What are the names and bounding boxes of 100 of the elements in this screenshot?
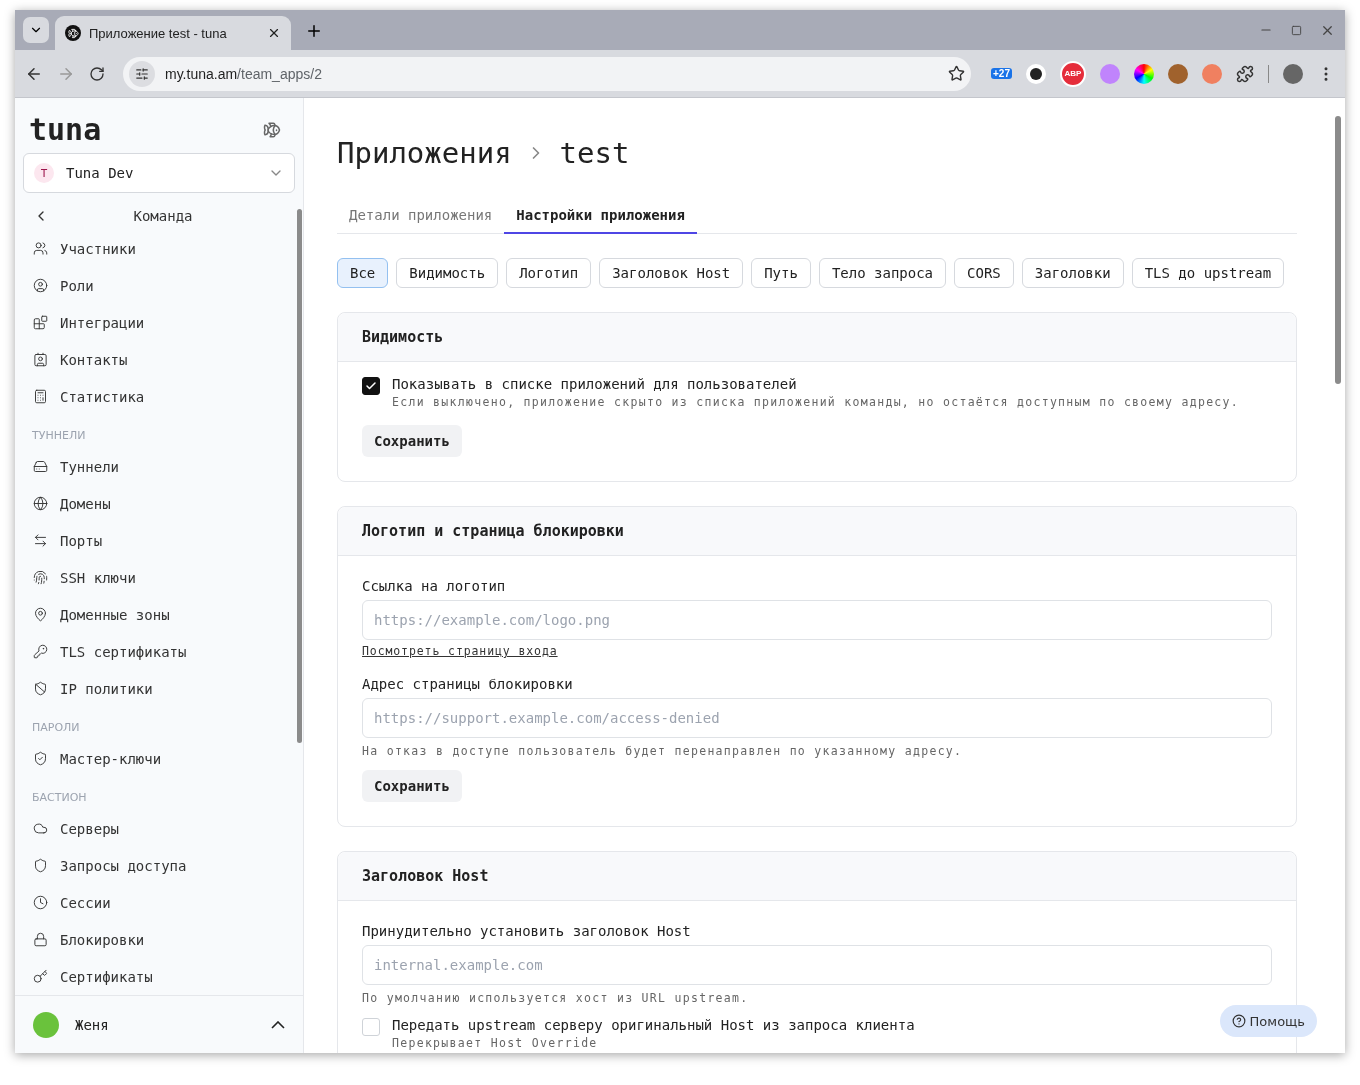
page-title: test <box>559 136 630 170</box>
browser-tab[interactable]: Приложение test - tuna <box>55 16 291 50</box>
bookmark-icon[interactable] <box>948 65 966 82</box>
new-tab-icon[interactable] <box>305 22 323 40</box>
nav-item[interactable]: SSH ключи <box>23 559 287 596</box>
lock-icon <box>33 932 48 947</box>
save-button[interactable]: Сохранить <box>362 425 462 457</box>
cloud-icon <box>33 821 48 836</box>
nav-item[interactable]: Порты <box>23 522 287 559</box>
field-label: Ссылка на логотип <box>362 578 507 594</box>
nav-item[interactable]: Блокировки <box>23 921 287 958</box>
hint-text: По умолчанию используется хост из URL upstream. <box>362 991 750 1005</box>
section-heading: ПАРОЛИ <box>31 720 81 736</box>
hint-text: Если выключено, приложение скрыто из списка приложений команды, но остаётся доступным по своему адресу. <box>392 395 1240 409</box>
cookie-icon[interactable] <box>1168 63 1188 84</box>
nav-item[interactable]: Сертификаты <box>23 958 287 995</box>
section-heading: БАСТИОН <box>31 790 88 806</box>
reload-icon[interactable] <box>89 65 105 82</box>
fish-icon[interactable] <box>263 120 281 139</box>
pin-icon <box>33 607 48 622</box>
nav-item[interactable]: Роли <box>23 267 287 304</box>
extensions-icon[interactable] <box>1236 64 1254 83</box>
section-heading: ТУННЕЛИ <box>31 428 87 444</box>
nav-item[interactable]: IP политики <box>23 670 287 707</box>
filter-chip[interactable]: TLS до upstream <box>1131 258 1285 288</box>
filter-chip[interactable]: Видимость <box>396 258 499 288</box>
filter-chip[interactable]: Логотип <box>506 258 592 288</box>
extension-icon[interactable] <box>1026 63 1046 84</box>
arrows-icon <box>33 533 48 548</box>
key-icon <box>33 969 48 984</box>
chevron-up-icon <box>271 1020 285 1029</box>
card-title: Логотип и страница блокировки <box>362 522 624 540</box>
nav-item[interactable]: Сессии <box>23 884 287 921</box>
nav-item[interactable]: Серверы <box>23 810 287 847</box>
breadcrumb-link[interactable]: Приложения <box>337 136 512 170</box>
close-icon[interactable] <box>267 26 281 40</box>
input-field[interactable]: https://support.example.com/access-denied <box>362 698 1272 738</box>
field-label: Адрес страницы блокировки <box>362 676 574 692</box>
nav-item[interactable]: TLS сертификаты <box>23 633 287 670</box>
filter-chip[interactable]: Заголовок Host <box>599 258 744 288</box>
help-button[interactable]: Помощь <box>1219 1005 1317 1037</box>
scrollbar-thumb[interactable] <box>1335 116 1341 384</box>
clock-icon <box>33 895 48 910</box>
maximize-icon[interactable] <box>1291 24 1302 36</box>
nav-item[interactable]: Доменные зоны <box>23 596 287 633</box>
hint-text: Перекрывает Host Override <box>392 1036 599 1050</box>
site-info-icon[interactable] <box>129 60 155 87</box>
nav-item[interactable]: Туннели <box>23 448 287 485</box>
address-bar[interactable]: my.tuna.am/team_apps/2 <box>123 56 972 91</box>
link[interactable]: Посмотреть страницу входа <box>362 644 558 658</box>
save-button[interactable]: Сохранить <box>362 770 462 802</box>
user-name: Женя <box>75 1016 110 1033</box>
checkbox-label: Показывать в списке приложений для пользователей <box>392 376 798 392</box>
scrollbar-thumb[interactable] <box>296 209 302 743</box>
blocks-icon <box>33 315 48 330</box>
help-icon <box>1231 1014 1246 1028</box>
nav-item[interactable]: Домены <box>23 485 287 522</box>
tab[interactable]: Детали приложения <box>337 198 505 234</box>
nav-item[interactable]: Запросы доступа <box>23 847 287 884</box>
card-title: Видимость <box>362 328 444 346</box>
filter-chip[interactable]: Путь <box>751 258 811 288</box>
key-icon <box>33 644 48 659</box>
contact-card-icon <box>33 352 48 367</box>
nav-item[interactable]: Интеграции <box>23 304 287 341</box>
filter-chip[interactable]: Все <box>337 258 389 288</box>
nav-item[interactable]: Мастер-ключи <box>23 740 287 777</box>
field-label: Принудительно установить заголовок Host <box>362 923 692 939</box>
drive-icon <box>33 459 48 474</box>
nav-item[interactable]: Статистика <box>23 378 287 415</box>
input-field[interactable]: internal.example.com <box>362 945 1272 985</box>
shield-check-icon <box>33 751 48 766</box>
filter-chip[interactable]: Заголовки <box>1021 258 1124 288</box>
logo: tuna <box>29 112 102 147</box>
color-wheel-icon[interactable] <box>1134 63 1154 84</box>
tab[interactable]: Настройки приложения <box>504 198 697 234</box>
globe-icon <box>33 496 48 511</box>
team-name: Tuna Dev <box>66 165 135 181</box>
card-title: Заголовок Host <box>362 867 489 885</box>
shield-icon <box>33 681 48 696</box>
favicon <box>65 25 81 41</box>
people-icon <box>33 241 48 256</box>
tab-list-button[interactable] <box>23 17 49 43</box>
extension-badge[interactable]: +27 <box>991 68 1012 79</box>
adblock-extension[interactable]: ABP <box>1060 60 1086 87</box>
fingerprint-icon <box>33 570 48 585</box>
hint-text: На отказ в доступе пользователь будет перенаправлен по указанному адресу. <box>362 744 964 758</box>
avatar <box>33 1011 59 1038</box>
checkbox[interactable] <box>362 377 380 395</box>
nav-item[interactable]: Контакты <box>23 341 287 378</box>
team-selector[interactable]: T Tuna Dev <box>23 153 295 193</box>
input-field[interactable]: https://example.com/logo.png <box>362 600 1272 640</box>
filter-chip[interactable]: CORS <box>954 258 1014 288</box>
back-button[interactable]: Команда <box>23 201 287 230</box>
checkbox-label: Передать upstream серверу оригинальный Host из запроса клиента <box>392 1017 915 1033</box>
nav-item[interactable]: Участники <box>23 230 287 267</box>
profile-avatar[interactable] <box>1283 63 1303 84</box>
filter-chip[interactable]: Тело запроса <box>818 258 947 288</box>
calculator-icon <box>33 389 48 404</box>
shield-icon <box>33 858 48 873</box>
check-icon <box>365 380 377 392</box>
